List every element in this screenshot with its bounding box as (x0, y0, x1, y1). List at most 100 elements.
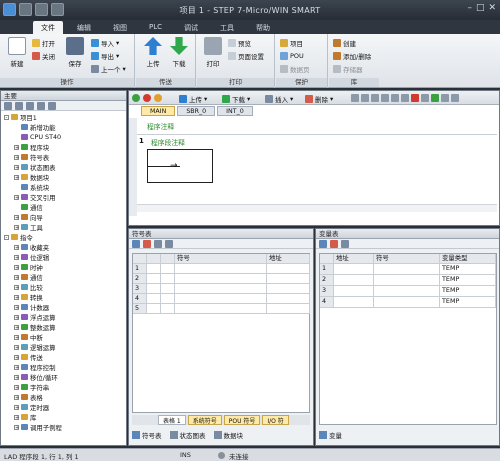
expand-icon[interactable]: + (14, 264, 19, 270)
toolbar-icon[interactable] (431, 94, 439, 102)
table-tool-icon[interactable] (154, 240, 162, 248)
column-header[interactable]: 变量类型 (440, 254, 496, 264)
new-button[interactable]: 新建 (5, 37, 29, 68)
table-cell[interactable] (175, 284, 267, 294)
table-cell[interactable] (175, 274, 267, 284)
tree-item[interactable]: + 调用子例程 (14, 423, 62, 432)
expand-icon[interactable]: + (14, 374, 19, 380)
insert-button[interactable]: 插入 ▾ (265, 94, 293, 104)
tab-io-symbols[interactable]: I/O 符 (262, 415, 289, 425)
tree-item[interactable]: + 时钟 (14, 263, 43, 272)
expand-icon[interactable]: + (14, 194, 19, 200)
expand-icon[interactable]: + (14, 244, 19, 250)
import-button[interactable]: 导入 ▾ (91, 38, 119, 48)
column-header[interactable]: 符号 (374, 254, 440, 264)
compile-button[interactable] (154, 94, 162, 102)
tab-pou-symbols[interactable]: POU 符号 (223, 415, 261, 425)
expand-icon[interactable]: + (14, 354, 19, 360)
upload-button[interactable]: 上传 (141, 37, 165, 68)
tree-item[interactable]: + 数据块 (14, 173, 49, 182)
tree-tool-icon[interactable] (15, 102, 23, 110)
tree-tool-icon[interactable] (48, 102, 56, 110)
tree-item[interactable]: - 项目1 (4, 113, 37, 122)
table-cell[interactable] (175, 304, 267, 314)
column-header[interactable] (161, 254, 175, 264)
table-cell[interactable] (161, 274, 175, 284)
tree-item[interactable]: + 程序块 (14, 143, 49, 152)
toolbar-icon[interactable] (441, 94, 449, 102)
close-button[interactable]: 关闭 (32, 51, 55, 61)
tree-item[interactable]: + 计数器 (14, 303, 49, 312)
tree-item[interactable]: 新增功能 (14, 123, 56, 132)
toolbar-icon[interactable] (401, 94, 409, 102)
tab-view[interactable]: 视图 (105, 21, 135, 34)
toolbar-icon[interactable] (391, 94, 399, 102)
previous-button[interactable]: 上一个 ▾ (91, 64, 126, 74)
table-cell[interactable] (334, 297, 374, 308)
tree-item[interactable]: + 浮点运算 (14, 313, 56, 322)
expand-icon[interactable]: + (14, 154, 19, 160)
tree-item[interactable]: + 通信 (14, 273, 43, 282)
tab-plc[interactable]: PLC (141, 21, 170, 34)
table-cell[interactable]: TEMP (440, 286, 496, 297)
row-number[interactable]: 4 (320, 297, 334, 308)
add-row-icon[interactable] (319, 240, 327, 248)
table-cell[interactable]: TEMP (440, 297, 496, 308)
expand-icon[interactable]: + (14, 254, 19, 260)
data-page-protect-button[interactable]: 数据页 (280, 64, 310, 74)
tree-item[interactable]: + 库 (14, 413, 36, 422)
tree-item[interactable]: + 符号表 (14, 153, 49, 162)
tab-table1[interactable]: 表格 1 (158, 415, 186, 425)
tab-main[interactable]: MAIN (141, 106, 176, 116)
tree-item[interactable]: CPU ST40 (14, 133, 61, 141)
download-button[interactable]: 下载 (167, 37, 191, 68)
tree-item[interactable]: + 移位/循环 (14, 373, 58, 382)
open-button[interactable]: 打开 (32, 38, 55, 48)
tab-tools[interactable]: 工具 (212, 21, 242, 34)
tree-item[interactable]: + 比较 (14, 283, 43, 292)
add-row-icon[interactable] (132, 240, 140, 248)
row-number[interactable]: 2 (320, 275, 334, 286)
toolbar-icon[interactable] (451, 94, 459, 102)
tree-item[interactable]: + 整数运算 (14, 323, 56, 332)
ladder-editor-area[interactable]: 程序注释 1 程序段注释 → (129, 118, 499, 216)
expand-icon[interactable]: + (14, 344, 19, 350)
network-comment[interactable]: 程序段注释 (151, 137, 185, 147)
table-cell[interactable]: TEMP (440, 275, 496, 286)
expand-icon[interactable]: + (14, 384, 19, 390)
table-cell[interactable] (334, 275, 374, 286)
table-cell[interactable] (161, 294, 175, 304)
expand-icon[interactable]: + (14, 314, 19, 320)
toolbar-icon[interactable] (361, 94, 369, 102)
table-cell[interactable] (147, 264, 161, 274)
nav-data-block[interactable]: 数据块 (213, 430, 243, 440)
table-cell[interactable] (334, 264, 374, 275)
row-number[interactable]: 3 (320, 286, 334, 297)
tab-help[interactable]: 帮助 (248, 21, 278, 34)
expand-icon[interactable]: + (14, 424, 19, 430)
program-comment[interactable]: 程序注释 (147, 121, 174, 131)
table-cell[interactable] (267, 284, 310, 294)
table-cell[interactable] (147, 304, 161, 314)
nav-variable-table[interactable]: 变量 (319, 430, 342, 440)
tree-item[interactable]: + 位逻辑 (14, 253, 49, 262)
column-header[interactable]: 地址 (267, 254, 310, 264)
symbol-grid[interactable]: 符号 地址 1 2 3 4 5 (132, 253, 310, 413)
expand-icon[interactable]: + (14, 224, 19, 230)
print-button[interactable]: 打印 (201, 37, 225, 68)
tree-item[interactable]: + 交叉引用 (14, 193, 56, 202)
table-cell[interactable] (161, 284, 175, 294)
expand-icon[interactable]: + (14, 284, 19, 290)
delete-row-icon[interactable] (143, 240, 151, 248)
table-cell[interactable] (147, 274, 161, 284)
tree-item[interactable]: + 定时器 (14, 403, 49, 412)
tree-item[interactable]: 系统块 (14, 183, 49, 192)
create-library-button[interactable]: 创建 (333, 38, 356, 48)
variable-grid[interactable]: 地址 符号 变量类型 1 TEMP 2 TEMP 3 TEMP 4 TEMP (319, 253, 497, 425)
column-header[interactable] (133, 254, 147, 264)
column-header[interactable] (320, 254, 334, 264)
nav-status-chart[interactable]: 状态图表 (169, 430, 206, 440)
table-cell[interactable] (267, 264, 310, 274)
minimize-icon[interactable]: – (467, 3, 472, 13)
tree-item[interactable]: + 状态图表 (14, 163, 56, 172)
